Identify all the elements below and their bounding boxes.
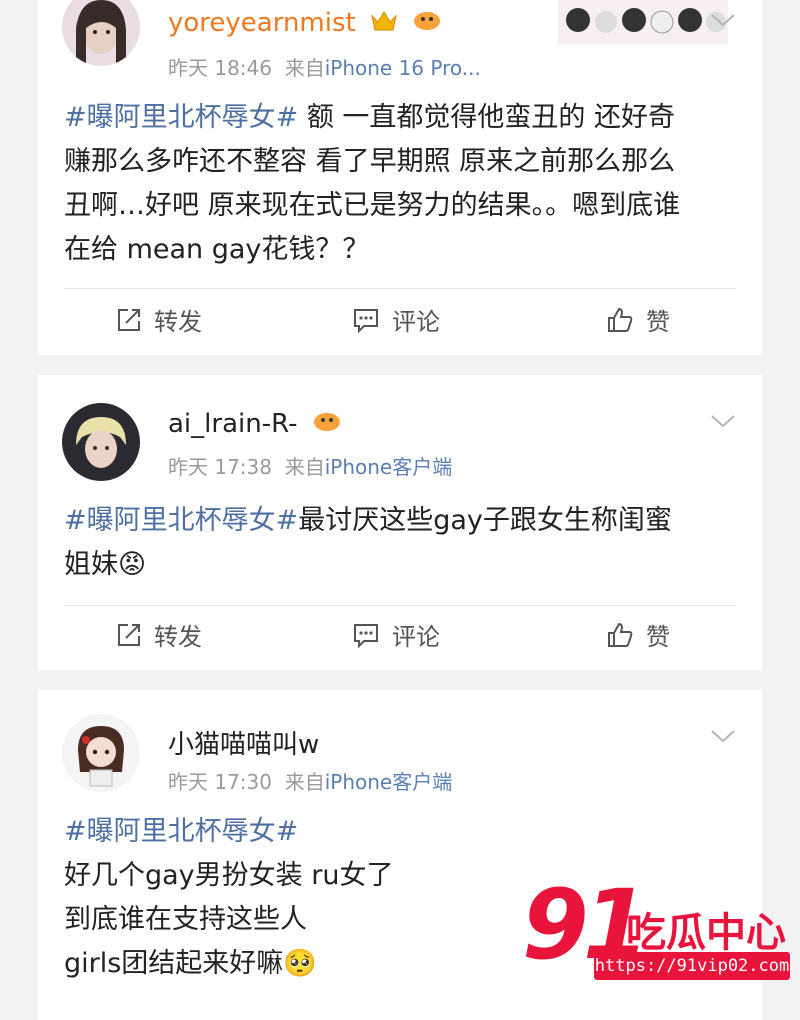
hashtag-link[interactable]: #曝阿里北杯辱女# [64,505,298,536]
post-card: yoreyearnmist 昨天 18:46 来自iPhone 16 Pro..… [38,0,762,355]
repost-button[interactable]: 转发 [116,302,202,337]
repost-button[interactable]: 转发 [116,617,202,652]
hashtag-link[interactable]: #曝阿里北杯辱女# [64,102,298,133]
vip-crown-icon [370,8,398,39]
comment-icon [354,623,378,648]
thumbs-up-icon [608,622,633,647]
post-meta: 昨天 17:30 来自iPhone客户端 [168,770,453,794]
avatar[interactable] [62,403,140,481]
post-source[interactable]: iPhone客户端 [325,455,453,479]
post-source[interactable]: iPhone 16 Pro... [325,56,481,80]
avatar[interactable] [62,714,140,792]
hashtag-link[interactable]: #曝阿里北杯辱女# [64,816,298,847]
like-button[interactable]: 赞 [606,302,670,337]
post-source[interactable]: iPhone客户端 [325,770,453,794]
fan-badge-icon [312,409,342,440]
action-bar: 转发 评论 赞 [38,617,762,657]
post-card: ai_lrain-R- 昨天 17:38 来自iPhone客户端 #曝阿里北杯辱… [38,375,762,670]
post-meta: 昨天 18:46 来自iPhone 16 Pro... [168,56,481,80]
comment-button[interactable]: 评论 [352,617,440,652]
username[interactable]: yoreyearnmist [168,8,442,39]
chevron-down-icon[interactable] [710,728,736,744]
chevron-down-icon[interactable] [710,413,736,429]
divider [64,288,736,289]
like-button[interactable]: 赞 [606,617,670,652]
comment-button[interactable]: 评论 [352,302,440,337]
post-meta: 昨天 17:38 来自iPhone客户端 [168,455,453,479]
fan-badge-icon [412,8,442,39]
share-icon [118,623,140,646]
decoration-sticker [558,0,728,44]
post-content: #曝阿里北杯辱女#最讨厌这些gay子跟女生称闺蜜 姐妹😡 [64,505,672,580]
watermark-url: https://91vip02.com [594,952,790,980]
share-icon [118,308,140,331]
avatar[interactable] [62,0,140,66]
action-bar: 转发 评论 赞 [38,302,762,342]
chevron-down-icon[interactable] [710,12,736,28]
username[interactable]: ai_lrain-R- [168,409,342,440]
watermark-name: 吃瓜中心 [626,910,786,956]
watermark: 91 吃瓜中心 https://91vip02.com [522,870,792,990]
thumbs-up-icon [608,307,633,332]
comment-icon [354,308,378,333]
divider [64,605,736,606]
username[interactable]: 小猫喵喵叫w [168,724,319,761]
post-content: #曝阿里北杯辱女# 额 一直都觉得他蛮丑的 还好奇 赚那么多咋还不整容 看了早期… [64,102,681,265]
